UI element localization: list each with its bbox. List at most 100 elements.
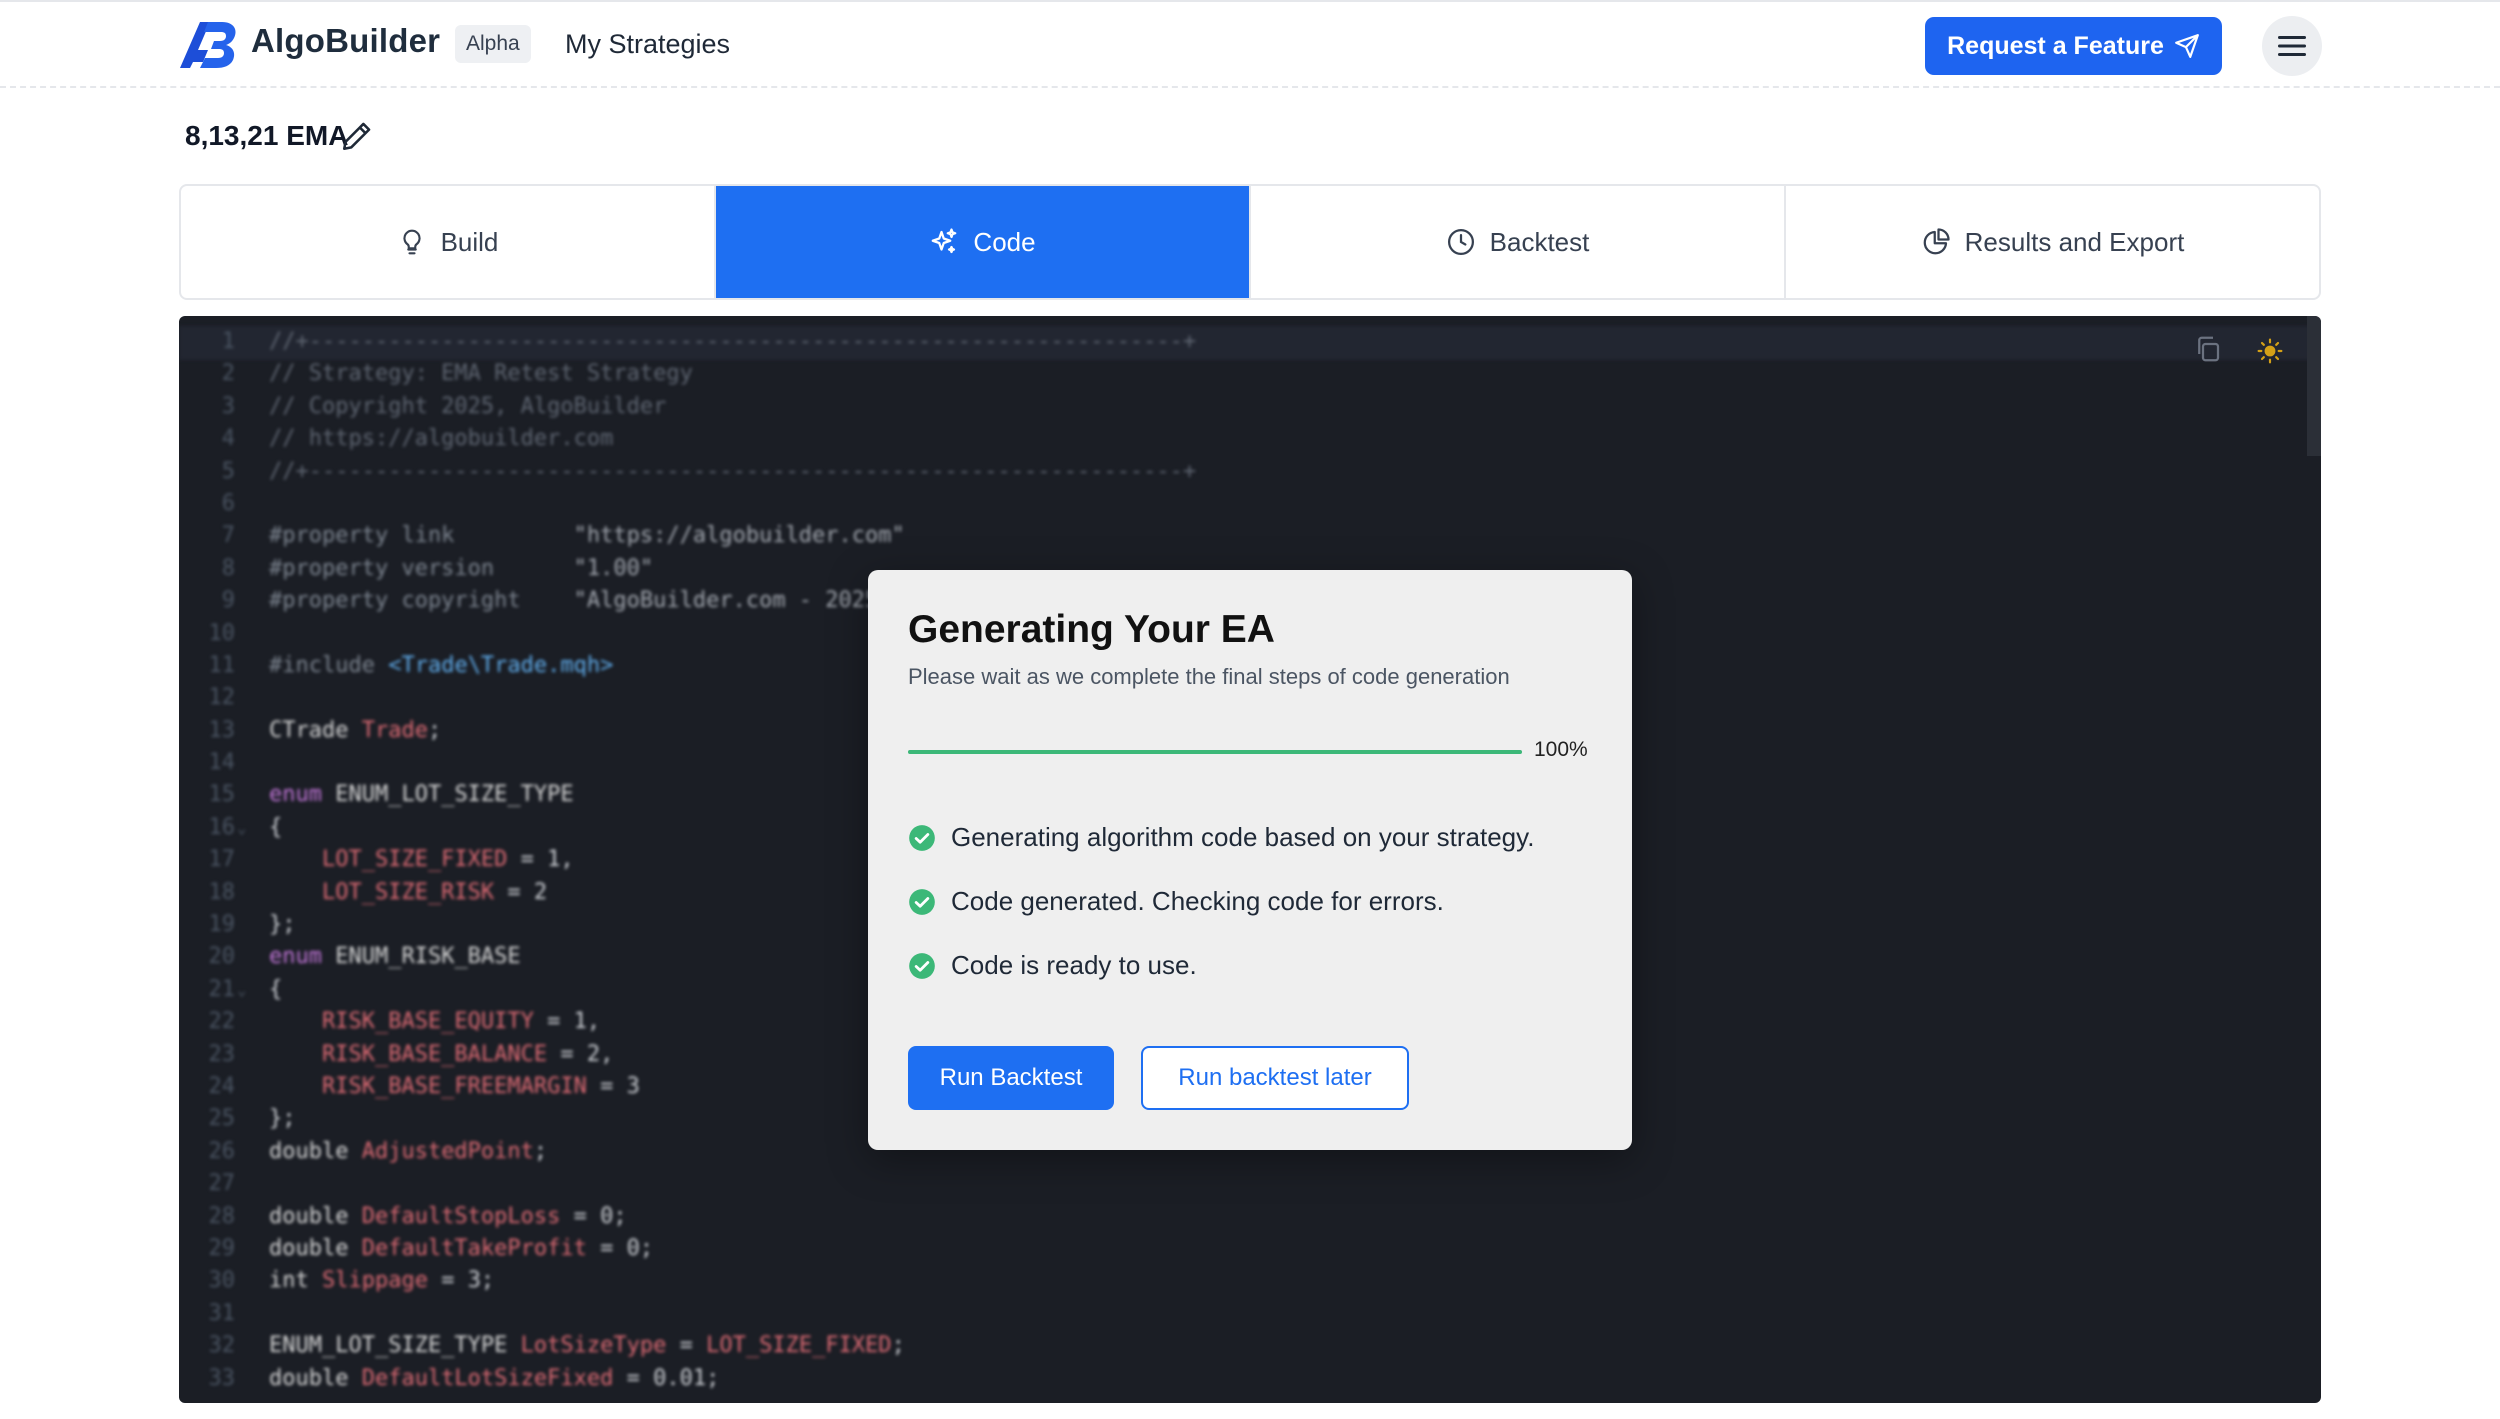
line-number: 3 (221, 393, 235, 419)
step-label: Code generated. Checking code for errors… (951, 886, 1444, 916)
pencil-edit-icon[interactable] (340, 119, 374, 153)
code-text: }; (269, 909, 296, 941)
pie-chart-icon (1923, 228, 1950, 255)
strategy-title: 8,13,21 EMA (185, 120, 349, 151)
code-text: // Strategy: EMA Retest Strategy (269, 358, 693, 390)
fold-chevron-icon[interactable]: ⌄ (237, 812, 247, 844)
code-text: RISK_BASE_FREEMARGIN = 3 (269, 1071, 640, 1103)
run-backtest-later-button[interactable]: Run backtest later (1141, 1046, 1409, 1110)
line-number: 32 (208, 1333, 236, 1359)
code-token: ; (891, 1333, 905, 1359)
tab-backtest[interactable]: Backtest (1251, 186, 1786, 298)
line-number: 1 (221, 329, 235, 354)
sparkles-icon (932, 228, 957, 254)
code-token: Trade (361, 717, 428, 743)
request-feature-button[interactable]: Request a Feature (1925, 17, 2222, 75)
code-token: Slippage (321, 1268, 428, 1294)
line-number: 6 (221, 490, 235, 516)
tab-code-label: Code (973, 226, 1036, 257)
run-backtest-button[interactable]: Run Backtest (908, 1046, 1114, 1110)
code-text: double AdjustedPoint; (269, 1136, 547, 1168)
code-token: = 3; (427, 1268, 495, 1294)
code-token: RISK_BASE_FREEMARGIN (269, 1073, 587, 1099)
code-token: = 0.01; (613, 1365, 720, 1391)
line-number: 29 (208, 1235, 236, 1261)
code-token: = 1, (533, 1009, 601, 1035)
code-text: double DefaultTakeProfit = 0; (269, 1233, 653, 1265)
tab-results-export-label: Results and Export (1964, 226, 2185, 257)
code-line: 32 ENUM_LOT_SIZE_TYPE LotSizeType = LOT_S… (179, 1330, 2321, 1362)
code-token: = 2 (494, 879, 548, 905)
code-token: int (269, 1268, 322, 1294)
line-number: 9 (221, 588, 235, 614)
code-text: enum ENUM_RISK_BASE (269, 941, 521, 973)
line-number: 33 (208, 1365, 236, 1391)
code-text: #include <Trade\Trade.mqh> (269, 650, 613, 682)
code-line: 2 // Strategy: EMA Retest Strategy (179, 358, 2321, 390)
code-token: LOT_SIZE_RISK (269, 879, 495, 905)
brand-name[interactable]: AlgoBuilder (251, 22, 440, 60)
workflow-tabs: Build Code Backtest Results and Export (179, 184, 2321, 300)
request-feature-label: Request a Feature (1947, 31, 2164, 60)
code-text: RISK_BASE_EQUITY = 1, (269, 1006, 600, 1038)
line-number: 22 (208, 1009, 236, 1035)
code-line: 27 (179, 1168, 2321, 1200)
sun-theme-icon[interactable] (2257, 338, 2283, 364)
code-text: enum ENUM_LOT_SIZE_TYPE (269, 779, 574, 811)
code-token: "https://algobuilder.com" (573, 523, 905, 549)
top-navigation-bar: AlgoBuilder Alpha My Strategies Request … (0, 0, 2500, 88)
code-token: }; (269, 1106, 296, 1132)
code-text: RISK_BASE_BALANCE = 2, (269, 1039, 613, 1071)
code-token: // https://algobuilder.com (269, 426, 614, 452)
copy-code-icon[interactable] (2193, 334, 2223, 364)
code-token: // Copyright 2025, AlgoBuilder (269, 393, 667, 419)
line-number: 16 (208, 814, 236, 840)
tab-build-label: Build (440, 226, 499, 257)
line-number: 4 (221, 426, 235, 452)
code-text: { (269, 974, 282, 1006)
code-token: ; (427, 717, 442, 743)
code-token: ENUM_RISK_BASE (335, 944, 521, 970)
code-text: #property link "https://algobuilder.com" (269, 520, 905, 552)
step-label: Code is ready to use. (951, 950, 1197, 980)
code-text: double DefaultStopLoss = 0; (269, 1201, 627, 1233)
tab-code[interactable]: Code (716, 186, 1251, 298)
check-circle-icon (909, 824, 935, 851)
line-number: 10 (208, 620, 236, 646)
tab-backtest-label: Backtest (1489, 226, 1590, 257)
code-token: ; (533, 1138, 548, 1164)
clock-icon (1447, 229, 1474, 255)
code-token: #property copyright (269, 588, 574, 614)
my-strategies-link[interactable]: My Strategies (565, 25, 730, 63)
code-token: LOT_SIZE_FIXED (706, 1333, 892, 1359)
fold-chevron-icon[interactable]: ⌄ (237, 974, 247, 1006)
menu-icon (2278, 36, 2306, 56)
send-icon (2174, 34, 2199, 58)
code-line: 5 //+------------------------------------… (179, 456, 2321, 488)
line-number: 20 (208, 944, 236, 970)
editor-scrollbar[interactable] (2307, 316, 2321, 456)
code-token: AdjustedPoint (361, 1138, 534, 1164)
line-number: 26 (208, 1138, 236, 1164)
code-token: = 0; (560, 1203, 627, 1229)
algobuilder-logo-icon[interactable] (178, 20, 240, 70)
tab-results-export[interactable]: Results and Export (1786, 186, 2319, 298)
line-number: 13 (208, 717, 236, 743)
line-number: 31 (208, 1300, 236, 1326)
line-number: 30 (208, 1268, 236, 1294)
code-text: LOT_SIZE_FIXED = 1, (269, 844, 574, 876)
code-token: double (269, 1203, 362, 1229)
code-text: //+-------------------------------------… (269, 456, 1196, 488)
hamburger-menu-button[interactable] (2262, 16, 2322, 76)
tab-build[interactable]: Build (181, 186, 716, 298)
line-number: 21 (208, 976, 236, 1002)
step-item: Code generated. Checking code for errors… (908, 886, 1444, 917)
code-token: double (269, 1235, 362, 1261)
code-text: int Slippage = 3; (269, 1265, 494, 1297)
code-text: LOT_SIZE_RISK = 2 (269, 877, 547, 909)
code-token: LOT_SIZE_FIXED (269, 847, 508, 873)
code-line: 6 (179, 488, 2321, 520)
step-item: Code is ready to use. (908, 950, 1197, 981)
code-text: #property copyright "AlgoBuilder.com - 2… (269, 585, 892, 617)
code-text: //+-------------------------------------… (269, 326, 1196, 358)
